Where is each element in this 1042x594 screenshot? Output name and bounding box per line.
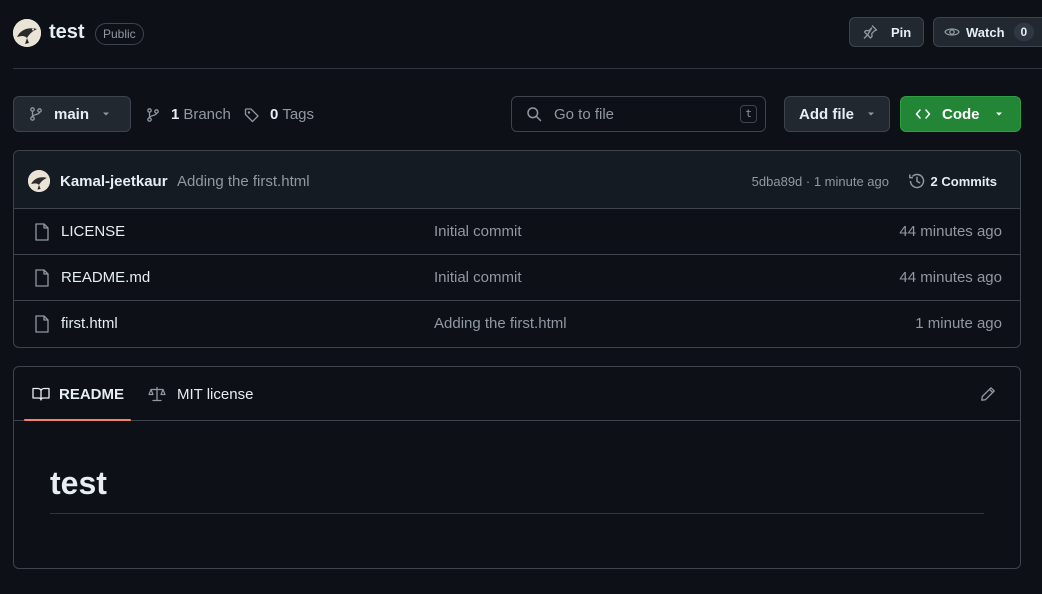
- pin-button[interactable]: Pin: [849, 17, 924, 47]
- commit-message[interactable]: Adding the first.html: [177, 173, 310, 190]
- readme-tabs: README MIT license: [14, 367, 1020, 421]
- file-row[interactable]: first.html Adding the first.html 1 minut…: [14, 301, 1020, 347]
- pencil-icon: [981, 387, 995, 401]
- file-name[interactable]: LICENSE: [61, 223, 125, 240]
- commits-history-link[interactable]: 2 Commits: [908, 172, 997, 190]
- git-branch-icon: [30, 107, 42, 121]
- tab-readme[interactable]: README: [32, 367, 124, 421]
- tag-icon: [244, 107, 259, 122]
- file-commit-time: 44 minutes ago: [899, 269, 1002, 286]
- file-commit-message[interactable]: Initial commit: [434, 269, 522, 286]
- active-tab-indicator: [24, 419, 131, 421]
- tag-count-label: Tags: [282, 106, 315, 123]
- git-branch-icon: [147, 107, 159, 122]
- file-table: Kamal-jeetkaur Adding the first.html 5db…: [13, 150, 1021, 348]
- history-icon: [908, 173, 924, 189]
- commits-count: 2 Commits: [930, 173, 997, 189]
- file-name[interactable]: first.html: [61, 315, 118, 332]
- latest-commit-bar: Kamal-jeetkaur Adding the first.html 5db…: [14, 151, 1020, 209]
- bird-avatar-icon: [13, 19, 41, 47]
- file-commit-time: 1 minute ago: [915, 315, 1002, 332]
- tab-license[interactable]: MIT license: [148, 367, 253, 421]
- branch-count: 1: [171, 106, 180, 123]
- file-row[interactable]: LICENSE Initial commit 44 minutes ago: [14, 209, 1020, 255]
- tag-count: 0: [270, 106, 279, 123]
- book-icon: [32, 387, 50, 401]
- tab-readme-label: README: [59, 385, 125, 403]
- header-divider: [13, 68, 1042, 69]
- watch-label: Watch: [966, 24, 1005, 40]
- file-row[interactable]: README.md Initial commit 44 minutes ago: [14, 255, 1020, 301]
- search-placeholder: Go to file: [554, 105, 615, 123]
- readme-heading: test: [50, 465, 107, 501]
- add-file-button[interactable]: Add file: [784, 96, 890, 132]
- search-icon: [527, 107, 542, 122]
- file-commit-message[interactable]: Initial commit: [434, 223, 522, 240]
- tags-link[interactable]: 0 Tags: [244, 106, 314, 123]
- eye-icon: [944, 28, 960, 36]
- tab-license-label: MIT license: [177, 385, 254, 403]
- pin-label: Pin: [891, 24, 912, 40]
- file-commit-time: 44 minutes ago: [899, 223, 1002, 240]
- watch-count: 0: [1013, 23, 1035, 41]
- commit-author-avatar[interactable]: [28, 170, 50, 192]
- branch-count-label: Branch: [183, 106, 231, 123]
- owner-avatar[interactable]: [13, 19, 41, 47]
- branch-name: main: [54, 105, 90, 123]
- search-shortcut: t: [740, 105, 757, 123]
- pin-icon: [863, 25, 878, 39]
- law-scale-icon: [148, 386, 166, 402]
- code-icon: [915, 109, 931, 119]
- bird-avatar-icon: [28, 170, 50, 192]
- caret-down-icon: [995, 112, 1002, 116]
- caret-down-icon: [868, 112, 874, 116]
- file-icon: [35, 315, 49, 333]
- caret-down-icon: [103, 112, 110, 116]
- file-icon: [35, 223, 49, 241]
- repo-name[interactable]: test: [49, 21, 85, 44]
- code-label: Code: [942, 105, 980, 123]
- visibility-badge: Public: [95, 23, 144, 45]
- commit-author[interactable]: Kamal-jeetkaur: [60, 173, 168, 190]
- file-icon: [35, 269, 49, 287]
- readme-panel: README MIT license test: [13, 366, 1021, 569]
- edit-readme-button[interactable]: [980, 386, 996, 402]
- branch-selector[interactable]: main: [13, 96, 131, 132]
- watch-button[interactable]: Watch 0: [933, 17, 1042, 47]
- add-file-label: Add file: [799, 105, 854, 123]
- commit-meta[interactable]: 5dba89d · 1 minute ago: [752, 174, 889, 189]
- file-name[interactable]: README.md: [61, 269, 150, 286]
- go-to-file-input[interactable]: Go to file t: [511, 96, 766, 132]
- file-commit-message[interactable]: Adding the first.html: [434, 315, 567, 332]
- branches-link[interactable]: 1 Branch: [145, 106, 231, 123]
- code-button[interactable]: Code: [900, 96, 1021, 132]
- readme-heading-rule: [50, 513, 984, 514]
